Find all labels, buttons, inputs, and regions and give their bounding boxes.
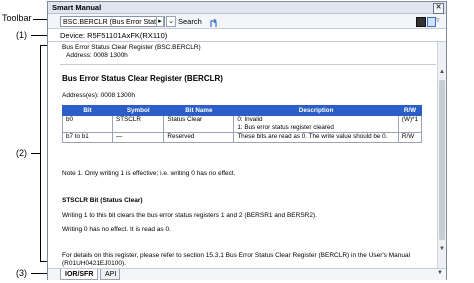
- callout-2-bracket-top: [40, 45, 47, 46]
- register-combo[interactable]: BSC.BERCLR (Bus Error Statu: [60, 16, 165, 27]
- close-icon[interactable]: ✕: [433, 3, 444, 14]
- callout-3: (3): [16, 268, 27, 278]
- col-bitname: Bit Name: [163, 105, 235, 116]
- col-symbol: Symbol: [112, 105, 165, 116]
- bit-description-2: Writing 0 has no effect. It is read as 0…: [62, 226, 171, 233]
- cell-bitname: Status Clear: [163, 115, 235, 133]
- dropdown-arrow-icon[interactable]: ⌄: [166, 16, 176, 27]
- summary-line-2: Address: 0008 1300h: [66, 52, 128, 59]
- callout-toolbar: Toolbar: [2, 13, 32, 23]
- cell-description: 0: Invalid 1: Bus error status register …: [233, 115, 399, 133]
- note-text: Note 1. Only writing 1 is effective; i.e…: [62, 170, 236, 177]
- cell-description: These bits are read as 0. The write valu…: [233, 132, 399, 143]
- callout-toolbar-leader: [33, 19, 47, 20]
- cell-rw: (W)*1: [397, 115, 423, 133]
- tab-strip-chevron-icon[interactable]: ▼: [437, 270, 443, 276]
- col-bit: Bit: [61, 105, 114, 116]
- summary-line-1: Bus Error Status Clear Register (BSC.BER…: [62, 44, 201, 51]
- cell-bit: b7 to b1: [61, 132, 114, 143]
- scrollbar-thumb[interactable]: [439, 80, 445, 240]
- tab-ior-sfr[interactable]: IOR/SFR: [60, 269, 98, 280]
- panel-icon[interactable]: [416, 17, 426, 27]
- callout-3-leader: [31, 273, 47, 274]
- tab-api[interactable]: API: [100, 269, 120, 280]
- callout-1: (1): [16, 30, 27, 40]
- cell-symbol: —: [112, 132, 165, 143]
- callout-1-leader: [31, 35, 47, 36]
- cell-symbol: STSCLR: [112, 115, 165, 133]
- callout-2-bracket-bottom: [40, 261, 47, 262]
- scroll-up-icon[interactable]: ▲: [438, 69, 446, 75]
- cell-bitname: Reserved: [163, 132, 235, 143]
- col-rw: R/W: [397, 105, 423, 116]
- cell-bit: b0: [61, 115, 114, 133]
- callout-2: (2): [16, 148, 27, 158]
- menu-chevron-icon[interactable]: ▿: [436, 16, 440, 24]
- bit-description-1: Writing 1 to this bit clears the bus err…: [62, 212, 317, 219]
- manual-content: Bus Error Status Clear Register (BSC.BER…: [48, 42, 446, 269]
- bit-table-header: Bit Symbol Bit Name Description R/W: [61, 105, 423, 116]
- toolbar: BSC.BERCLR (Bus Error Statu ▸ ⌄ Search ▿: [48, 14, 446, 29]
- forward-icon[interactable]: ▸: [156, 16, 164, 27]
- bit-table: Bit Symbol Bit Name Description R/W b0 S…: [61, 105, 423, 143]
- table-row: b7 to b1 — Reserved These bits are read …: [61, 132, 423, 143]
- table-row: b0 STSCLR Status Clear 0: Invalid 1: Bus…: [61, 115, 423, 133]
- details-line-2: (R01UH0421EJ0100).: [62, 260, 126, 267]
- content-divider: [60, 64, 436, 65]
- book-icon[interactable]: [427, 17, 436, 27]
- window-titlebar: Smart Manual ✕: [48, 2, 446, 14]
- scroll-down-icon[interactable]: ▼: [438, 246, 446, 252]
- register-address: Address(es): 0008 1300h: [62, 92, 135, 99]
- details-line-1: For details on this register, please ref…: [62, 252, 411, 259]
- callout-2-leader: [31, 153, 40, 154]
- vertical-scrollbar[interactable]: ▲ ▼: [437, 42, 446, 269]
- sync-icon[interactable]: [208, 16, 219, 27]
- bit-heading: STSCLR Bit (Status Clear): [62, 197, 143, 204]
- cell-rw: R/W: [397, 132, 423, 143]
- callout-2-bracket: [40, 45, 41, 261]
- col-description: Description: [233, 105, 399, 116]
- smart-manual-window: Smart Manual ✕ BSC.BERCLR (Bus Error Sta…: [47, 1, 447, 280]
- window-title: Smart Manual: [52, 3, 102, 12]
- tab-strip: IOR/SFR API ▼: [48, 268, 446, 280]
- device-bar: Device: R5F51101AxFK(RX110): [48, 29, 446, 42]
- search-button[interactable]: Search: [178, 16, 202, 27]
- register-heading: Bus Error Status Clear Register (BERCLR): [62, 74, 223, 83]
